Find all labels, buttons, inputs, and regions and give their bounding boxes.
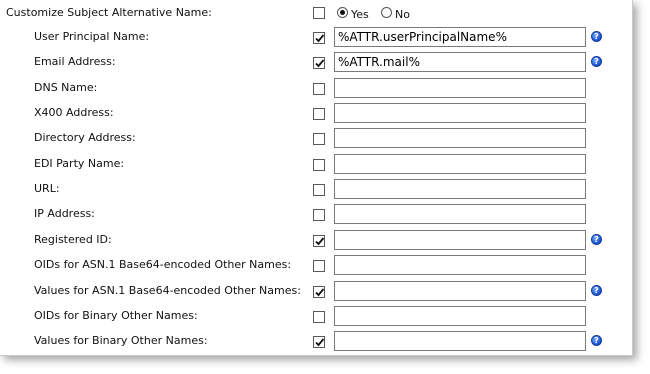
help-icon[interactable]: ? <box>591 234 602 245</box>
field-input[interactable] <box>334 255 586 275</box>
help-icon[interactable]: ? <box>591 56 602 67</box>
field-label: X400 Address: <box>34 106 114 119</box>
help-icon[interactable]: ? <box>591 285 602 296</box>
field-label: Directory Address: <box>34 131 136 144</box>
field-checkbox[interactable] <box>313 83 325 95</box>
subject-alt-name-panel: Customize Subject Alternative Name: Yes … <box>0 0 633 356</box>
field-row: IP Address: <box>0 202 632 227</box>
field-label: DNS Name: <box>34 81 98 94</box>
field-row: EDI Party Name: <box>0 152 632 177</box>
checkmark-icon <box>314 337 325 348</box>
field-label: Values for Binary Other Names: <box>34 334 208 347</box>
field-checkbox[interactable] <box>313 311 325 323</box>
radio-no-label[interactable]: No <box>395 8 410 21</box>
field-input[interactable]: %ATTR.userPrincipalName% <box>334 27 586 47</box>
field-label: OIDs for Binary Other Names: <box>34 309 198 322</box>
field-input[interactable] <box>334 281 586 301</box>
field-row: OIDs for ASN.1 Base64-encoded Other Name… <box>0 253 632 278</box>
field-row: OIDs for Binary Other Names: <box>0 304 632 329</box>
field-label: Registered ID: <box>34 233 112 246</box>
field-row: X400 Address: <box>0 101 632 126</box>
customize-san-checkbox[interactable] <box>313 7 325 19</box>
field-row: Email Address: %ATTR.mail%? <box>0 50 632 75</box>
radio-no[interactable] <box>381 7 392 18</box>
radio-yes[interactable] <box>337 7 348 18</box>
field-row: User Principal Name: %ATTR.userPrincipalN… <box>0 25 632 50</box>
field-input[interactable] <box>334 154 586 174</box>
customize-san-label: Customize Subject Alternative Name: <box>6 6 212 19</box>
field-checkbox[interactable] <box>313 235 325 247</box>
field-row: Values for ASN.1 Base64-encoded Other Na… <box>0 279 632 304</box>
field-checkbox[interactable] <box>313 159 325 171</box>
field-checkbox[interactable] <box>313 184 325 196</box>
field-row: Registered ID:? <box>0 228 632 253</box>
field-checkbox[interactable] <box>313 209 325 221</box>
field-input[interactable] <box>334 204 586 224</box>
field-input[interactable] <box>334 230 586 250</box>
field-label: Email Address: <box>34 55 116 68</box>
field-input[interactable] <box>334 331 586 351</box>
field-checkbox[interactable] <box>313 286 325 298</box>
field-label: OIDs for ASN.1 Base64-encoded Other Name… <box>34 258 292 271</box>
field-input[interactable] <box>334 128 586 148</box>
field-label: Values for ASN.1 Base64-encoded Other Na… <box>34 284 301 297</box>
help-icon[interactable]: ? <box>591 31 602 42</box>
field-label: IP Address: <box>34 207 95 220</box>
field-checkbox[interactable] <box>313 57 325 69</box>
field-input[interactable] <box>334 306 586 326</box>
field-row: Directory Address: <box>0 126 632 151</box>
field-label: EDI Party Name: <box>34 157 125 170</box>
field-checkbox[interactable] <box>313 336 325 348</box>
field-checkbox[interactable] <box>313 133 325 145</box>
field-input[interactable] <box>334 179 586 199</box>
field-label: User Principal Name: <box>34 30 150 43</box>
field-checkbox[interactable] <box>313 260 325 272</box>
checkmark-icon <box>314 236 325 247</box>
field-checkbox[interactable] <box>313 108 325 120</box>
checkmark-icon <box>314 58 325 69</box>
field-label: URL: <box>34 182 60 195</box>
field-checkbox[interactable] <box>313 32 325 44</box>
field-row: DNS Name: <box>0 76 632 101</box>
checkmark-icon <box>314 33 325 44</box>
field-input[interactable]: %ATTR.mail% <box>334 52 586 72</box>
field-input[interactable] <box>334 78 586 98</box>
field-row: Values for Binary Other Names:? <box>0 329 632 354</box>
field-input[interactable] <box>334 103 586 123</box>
field-row: URL: <box>0 177 632 202</box>
customize-san-row: Customize Subject Alternative Name: Yes … <box>0 0 632 25</box>
radio-yes-dot <box>340 10 345 15</box>
checkmark-icon <box>314 287 325 298</box>
help-icon[interactable]: ? <box>591 335 602 346</box>
radio-yes-label[interactable]: Yes <box>351 8 369 21</box>
